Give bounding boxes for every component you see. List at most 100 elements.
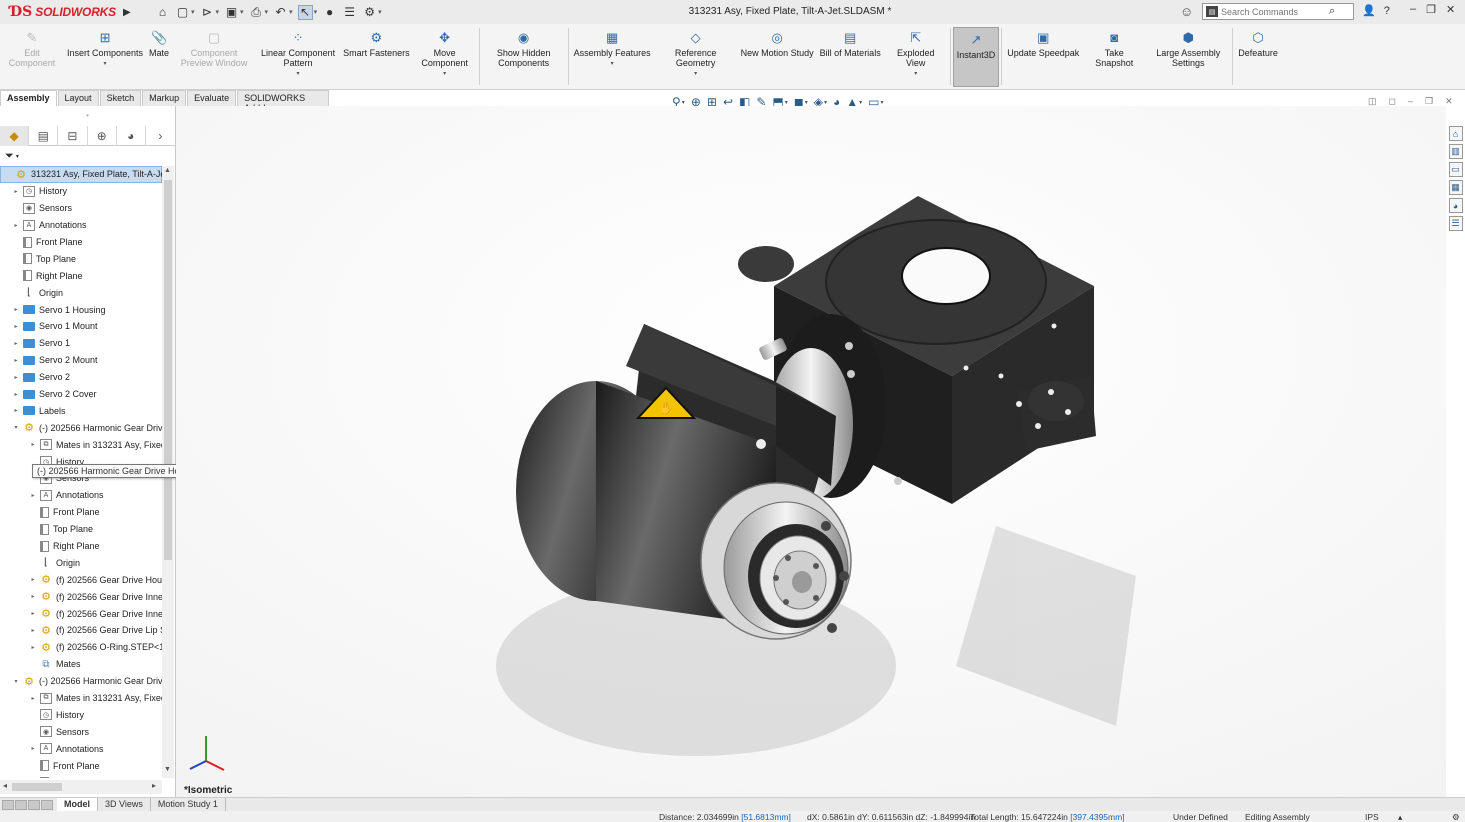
feature-manager-tab-icon[interactable]: ◆ [0,125,30,146]
tree-item[interactable]: Top Plane [0,774,162,778]
bottom-tab-motion-study-1[interactable]: Motion Study 1 [151,797,226,812]
cmd-instant3d[interactable]: ↗ Instant3D [952,27,1000,87]
tree-item[interactable]: ▸ ⚙ (f) 202566 Gear Drive Inner [0,605,162,622]
tree-item[interactable]: ▸ Servo 1 [0,335,162,352]
cmd-reference-geometry[interactable]: ◇ Reference Geometry ▾ [654,24,738,89]
cmd-large-assembly[interactable]: ⬢ Large Assembly Settings [1146,24,1230,89]
expand-arrow-icon[interactable]: ▸ [29,441,37,448]
harmonic-gear-drive[interactable] [700,482,852,640]
tree-item[interactable]: Top Plane [0,521,162,538]
tree-item[interactable]: ▸ ⧉ Mates in 313231 Asy, Fixed [0,436,162,453]
dimxpert-tab-icon[interactable]: ⊕ [88,125,117,146]
tree-item[interactable]: ◉ Sensors [0,723,162,740]
cmd-smart-fasteners[interactable]: ⚙ Smart Fasteners [340,24,413,89]
bottom-tab-model[interactable]: Model [57,797,98,812]
bottom-tab-3d-views[interactable]: 3D Views [98,797,151,812]
traffic-light-icon[interactable]: ● [322,5,337,20]
tab-sketch[interactable]: Sketch [99,90,142,106]
view-palette-icon[interactable]: ▦ [1448,180,1463,195]
expand-arrow-icon[interactable]: ▸ [12,323,20,330]
tree-item[interactable]: Front Plane [0,504,162,521]
tree-item[interactable]: ▸ Servo 2 Mount [0,352,162,369]
last-tab-icon[interactable] [41,799,53,810]
select-icon[interactable]: ↖ [297,4,313,20]
print-icon[interactable]: ⎙ [249,5,264,20]
cmd-defeature[interactable]: ⬡ Defeature [1235,24,1281,89]
scroll-right-icon[interactable]: ▸ [152,781,156,790]
graphics-area[interactable]: ✋ [176,106,1446,798]
tree-item[interactable]: Front Plane [0,757,162,774]
cmd-bom[interactable]: ▤ Bill of Materials [817,24,884,89]
user-icon[interactable]: 👤 [1362,4,1376,17]
expand-arrow-icon[interactable]: ▸ [12,357,20,364]
expand-arrow-icon[interactable]: ▸ [12,222,20,229]
new-dropdown-icon[interactable]: ▾ [191,8,195,16]
expand-arrow-icon[interactable]: ▸ [29,610,37,617]
filter-icon[interactable]: ⏷ [5,150,14,163]
expand-arrow-icon[interactable]: ▸ [29,695,37,702]
expand-arrow-icon[interactable]: ▸ [12,306,20,313]
tree-filter[interactable]: ⏷ ▾ [0,146,175,166]
search-scope-icon[interactable]: ▤ [1206,6,1218,17]
tree-item[interactable]: ▸ ⚙ (f) 202566 Gear Drive Lip S [0,622,162,639]
expand-arrow-icon[interactable]: ▸ [12,374,20,381]
tree-item[interactable]: Right Plane [0,267,162,284]
cmd-move-component[interactable]: ✥ Move Component ▾ [413,24,477,89]
options-dropdown-icon[interactable]: ▾ [378,8,382,16]
tree-item[interactable]: ⧉ Mates [0,656,162,673]
tree-item[interactable]: ▸ Servo 1 Housing [0,301,162,318]
tree-item[interactable]: ▸ ⧉ Mates in 313231 Asy, Fixed [0,690,162,707]
tree-item[interactable]: ▸ Servo 1 Mount [0,318,162,335]
dropdown-arrow-icon[interactable]: ▾ [611,59,614,69]
expand-arrow-icon[interactable]: ▸ [29,593,37,600]
tree-item[interactable]: ▸ Servo 2 [0,369,162,386]
open-icon[interactable]: ⊳ [200,5,215,20]
tree-item[interactable]: ▸ ⚙ (f) 202566 Gear Drive Inner [0,588,162,605]
options-gear-icon[interactable]: ⚙ [362,5,377,20]
tree-item[interactable]: ⚙ 313231 Asy, Fixed Plate, Tilt-A-Jet ( [0,166,162,183]
undo-icon[interactable]: ↶ [273,5,288,20]
scroll-up-icon[interactable]: ▲ [164,167,171,174]
expand-arrow-icon[interactable]: ▸ [29,644,37,651]
tree-horizontal-scrollbar[interactable]: ◂ ▸ [0,780,162,794]
file-properties-icon[interactable]: ☰ [342,5,357,20]
smiley-icon[interactable]: ☺ [1180,4,1193,19]
close-icon[interactable]: ✕ [1446,3,1455,16]
tree-item[interactable]: ⌊ Origin [0,554,162,571]
tree-item[interactable]: ▸ A Annotations [0,740,162,757]
expand-arrow-icon[interactable]: ▸ [29,745,37,752]
tab-evaluate[interactable]: Evaluate [187,90,237,106]
assembly-model[interactable]: ✋ [176,106,1446,798]
dropdown-arrow-icon[interactable]: ▾ [694,69,697,79]
tree-item[interactable]: Top Plane [0,250,162,267]
h-scroll-thumb[interactable] [12,783,62,791]
tree-item[interactable]: ▸ A Annotations [0,217,162,234]
search-commands[interactable]: ▤ ⌕ [1202,3,1354,20]
restore-icon[interactable]: ❐ [1426,3,1436,16]
tree-item[interactable]: Front Plane [0,234,162,251]
expand-arrow-icon[interactable]: ▸ [12,407,20,414]
status-settings-icon[interactable]: ⚙ [1452,812,1460,822]
expand-arrow-icon[interactable]: ▸ [12,391,20,398]
cmd-linear-pattern[interactable]: ⁘ Linear Component Pattern ▾ [256,24,340,89]
cmd-motion-study[interactable]: ◎ New Motion Study [738,24,817,89]
tab-solidworks-add-ins[interactable]: SOLIDWORKS Add-Ins [237,90,329,113]
cmd-speedpak[interactable]: ▣ Update Speedpak [1004,24,1082,89]
expand-arrow-icon[interactable]: ▸ [12,340,20,347]
expand-arrow-icon[interactable]: ▸ [29,492,37,499]
tree-item[interactable]: ▸ A Annotations [0,487,162,504]
menu-arrow-icon[interactable]: ▶ [123,7,131,18]
open-dropdown-icon[interactable]: ▾ [216,8,220,16]
tab-markup[interactable]: Markup [142,90,187,106]
dropdown-arrow-icon[interactable]: ▾ [914,69,917,79]
cmd-mate[interactable]: 📎 Mate [146,24,172,89]
design-library-icon[interactable]: ▥ [1448,144,1463,159]
first-tab-icon[interactable] [2,799,14,810]
select-dropdown-icon[interactable]: ▾ [314,8,318,16]
panel-tabs-more-icon[interactable]: › [146,126,175,146]
tree-item[interactable]: ▸ ⚙ (f) 202566 O-Ring.STEP<1: [0,639,162,656]
cmd-assembly-features[interactable]: ▦ Assembly Features ▾ [571,24,654,89]
task-pane-home-icon[interactable]: ⌂ [1448,126,1463,141]
minimize-icon[interactable]: – [1410,3,1416,16]
tab-assembly[interactable]: Assembly [0,90,57,106]
